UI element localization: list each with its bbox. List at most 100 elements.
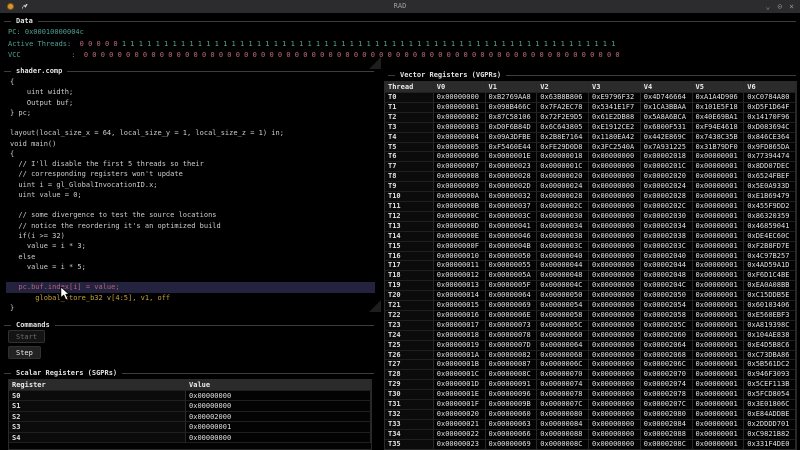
register-value[interactable]: 0x00000011 (434, 261, 486, 271)
register-value[interactable]: 0x00002088 (641, 430, 693, 440)
register-value[interactable]: 0x00000017 (434, 321, 486, 331)
source-panel-header[interactable]: shader.comp (4, 66, 374, 76)
register-value[interactable]: 0x0000006E (486, 311, 538, 321)
register-value[interactable]: 0x63B8B806 (537, 93, 589, 103)
register-value[interactable]: 0x00000013 (434, 281, 486, 291)
register-value[interactable]: 0x00000024 (537, 182, 589, 192)
register-value[interactable]: 0x0000006C (537, 360, 589, 370)
data-panel-header[interactable]: Data (4, 16, 796, 26)
register-value[interactable]: 0x46859041 (744, 222, 796, 232)
register-value[interactable]: 0x00000001 (693, 222, 745, 232)
register-value[interactable]: 0x00002028 (641, 192, 693, 202)
register-value[interactable]: 0x0000003C (537, 242, 589, 252)
register-value[interactable]: 0x0000205C (641, 321, 693, 331)
register-value[interactable]: 0x72F2E9D5 (537, 113, 589, 123)
register-value[interactable]: 0xDE4EC60C (744, 232, 796, 242)
register-value[interactable]: 0x00000073 (486, 321, 538, 331)
register-value[interactable]: 0x0000002D (486, 182, 538, 192)
register-value[interactable]: 0x0000201C (641, 162, 693, 172)
register-value[interactable]: 0x00000088 (537, 430, 589, 440)
register-value[interactable]: 0x00000008 (434, 172, 486, 182)
register-value[interactable]: 0x00000091 (486, 380, 538, 390)
register-value[interactable]: 0x0000206C (641, 360, 693, 370)
register-value[interactable]: 0xF94E4618 (693, 123, 745, 133)
code-line[interactable]: { (6, 77, 375, 87)
register-value[interactable]: 0x0000007D (486, 341, 538, 351)
register-value[interactable]: 0x00000069 (486, 301, 538, 311)
register-value[interactable]: 0x455F9DD2 (744, 202, 796, 212)
register-value[interactable]: 0x4C97B257 (744, 252, 796, 262)
register-value[interactable]: 0x00000050 (537, 291, 589, 301)
register-value[interactable]: 0x00000000 (589, 242, 641, 252)
start-button[interactable]: Start (8, 330, 45, 343)
register-value[interactable]: 0x00000021 (434, 420, 486, 430)
sgpr-panel-header[interactable]: Scalar Registers (SGPRs) (4, 368, 374, 378)
register-value[interactable]: 0x00000002 (434, 113, 486, 123)
register-value[interactable]: 0x00000000 (589, 360, 641, 370)
code-line[interactable] (6, 272, 375, 282)
resize-grip[interactable] (369, 57, 381, 69)
register-value[interactable]: 0x5341E1F7 (589, 103, 641, 113)
register-value[interactable]: 0x00002020 (641, 172, 693, 182)
register-value[interactable]: 0x0000005F (486, 281, 538, 291)
register-value[interactable]: 0x00000063 (486, 420, 538, 430)
register-value[interactable]: 0x40E69BA1 (693, 113, 745, 123)
register-value[interactable]: 0x00000001 (693, 440, 745, 450)
code-line[interactable]: } (6, 303, 375, 313)
register-value[interactable]: 0x0000000E (434, 232, 486, 242)
register-value[interactable]: 0x00000000 (589, 202, 641, 212)
register-value[interactable]: 0x00000015 (434, 301, 486, 311)
register-value[interactable]: 0x00000023 (434, 440, 486, 450)
register-value[interactable]: 0x00000000 (589, 321, 641, 331)
code-line[interactable] (6, 118, 375, 128)
register-value[interactable]: 0x00000055 (486, 261, 538, 271)
register-value[interactable]: 0x3FC2540A (589, 143, 641, 153)
register-value[interactable]: 0x0000001C (434, 370, 486, 380)
register-value[interactable]: 0x6524FBEF (744, 172, 796, 182)
register-value[interactable]: 0x00000001 (693, 301, 745, 311)
column-header[interactable]: V5 (693, 82, 745, 93)
register-value[interactable]: 0x1CA3BBAA (641, 103, 693, 113)
register-value[interactable]: 0x00000022 (434, 430, 486, 440)
register-value[interactable]: 0x86320359 (744, 212, 796, 222)
register-value[interactable]: 0x00000020 (537, 172, 589, 182)
register-value[interactable]: 0x00000060 (537, 331, 589, 341)
register-value[interactable]: 0x442E869C (641, 133, 693, 143)
register-value[interactable]: 0x14170F96 (744, 113, 796, 123)
register-value[interactable]: 0x00000087 (486, 360, 538, 370)
register-value[interactable]: 0x00000001 (693, 182, 745, 192)
register-value[interactable]: 0x2DDDD701 (744, 420, 796, 430)
register-value[interactable]: 0x00000016 (434, 311, 486, 321)
code-line[interactable]: uint i = gl_GlobalInvocationID.x; (6, 180, 375, 190)
register-value[interactable]: 0x0000007C (537, 400, 589, 410)
register-value[interactable]: 0x00002078 (641, 390, 693, 400)
register-value[interactable]: 0x00000037 (486, 202, 538, 212)
register-value[interactable]: 0x00000000 (589, 420, 641, 430)
register-value[interactable]: 0xE9796F32 (589, 93, 641, 103)
register-value[interactable]: 0x0000001D (434, 380, 486, 390)
register-value[interactable]: 0x00002064 (641, 341, 693, 351)
register-value[interactable]: 0x00002048 (641, 271, 693, 281)
register-value[interactable]: 0xE560EBF3 (744, 311, 796, 321)
register-value[interactable]: 0x5CEF113B (744, 380, 796, 390)
register-value[interactable]: 0x00000000 (434, 93, 486, 103)
vgpr-panel-header[interactable]: Vector Registers (VGPRs) (388, 70, 796, 80)
resize-grip[interactable] (369, 300, 381, 312)
register-value[interactable]: 0x00000001 (693, 321, 745, 331)
register-value[interactable]: 0x104AE838 (744, 331, 796, 341)
register-value[interactable]: 0x0000004B (486, 242, 538, 252)
register-value[interactable]: 0x00000046 (486, 232, 538, 242)
register-value[interactable]: 0x00002050 (641, 291, 693, 301)
register-value[interactable]: 0x0000005C (537, 321, 589, 331)
register-value[interactable]: 0x00000048 (537, 271, 589, 281)
code-line[interactable] (6, 200, 375, 210)
register-value[interactable]: 0x00000064 (537, 341, 589, 351)
register-value[interactable]: 0x00000001 (693, 271, 745, 281)
register-value[interactable]: 0x9FD865DA (744, 143, 796, 153)
register-value[interactable]: 0x00000000 (186, 433, 371, 443)
register-value[interactable]: 0x00002080 (641, 410, 693, 420)
register-value[interactable]: 0x0000000C (434, 212, 486, 222)
register-value[interactable]: 0x00002030 (641, 212, 693, 222)
register-value[interactable]: 0x0000004C (537, 281, 589, 291)
register-value[interactable]: 0x00002000 (186, 412, 371, 422)
